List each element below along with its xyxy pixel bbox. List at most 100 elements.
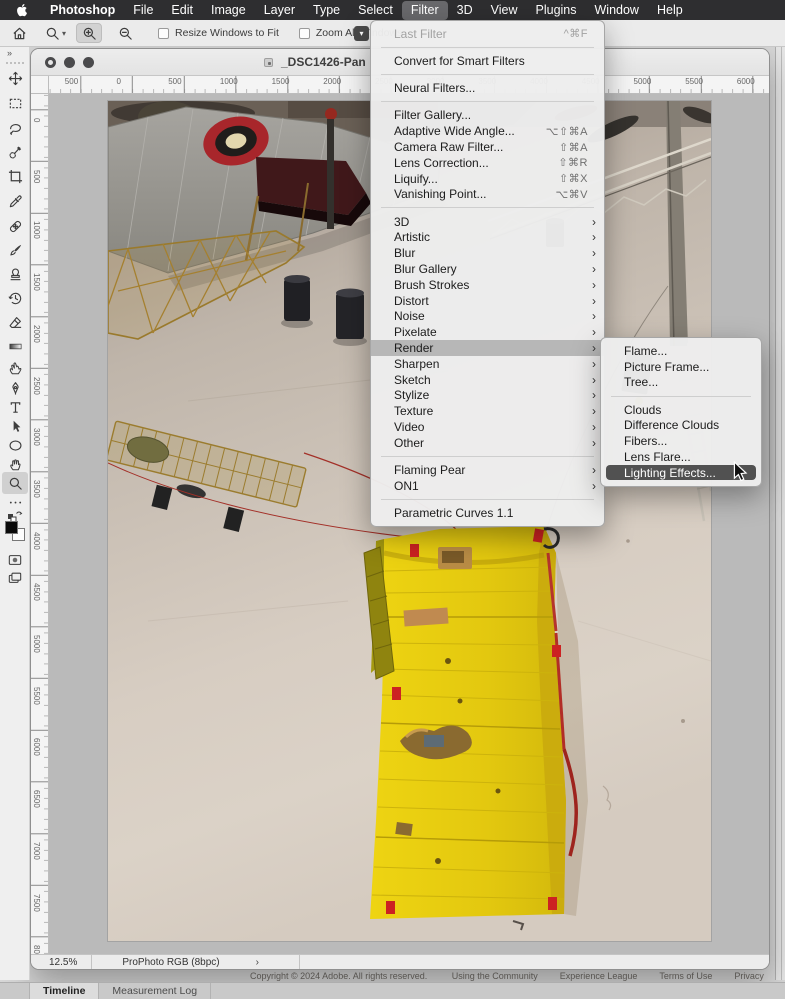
menubar-item[interactable]: File <box>124 1 162 20</box>
brush-tool[interactable] <box>2 239 28 261</box>
filter-menu-item[interactable]: Pixelate › <box>371 324 604 340</box>
footer-link[interactable]: Privacy <box>734 971 764 981</box>
filter-menu-item[interactable]: Stylize › <box>371 387 604 403</box>
apple-menu[interactable] <box>4 3 41 17</box>
foreground-color-swatch[interactable] <box>5 521 18 534</box>
filter-menu-item[interactable]: Liquify... ⇧⌘X <box>371 171 604 187</box>
object-selection-tool[interactable] <box>2 141 28 163</box>
smudge-tool[interactable] <box>2 357 28 379</box>
tabs-spacer <box>0 983 30 999</box>
menubar-item[interactable]: Help <box>648 1 692 20</box>
pen-icon <box>11 381 19 395</box>
menu-separator <box>381 74 594 76</box>
move-tool[interactable] <box>2 67 28 89</box>
menubar-item[interactable]: Window <box>586 1 648 20</box>
clone-stamp-tool[interactable] <box>2 263 28 285</box>
screen-mode-button[interactable] <box>2 567 28 589</box>
menubar-item[interactable]: Filter <box>401 0 448 20</box>
lasso-tool[interactable] <box>2 117 28 139</box>
menubar-item[interactable]: Layer <box>255 1 304 20</box>
filter-menu-item[interactable]: Texture › <box>371 403 604 419</box>
filter-menu-item[interactable]: Noise › <box>371 308 604 324</box>
submenu-chevron-icon: › <box>592 356 596 371</box>
footer-link[interactable]: Terms of Use <box>659 971 712 981</box>
filter-menu-item[interactable]: 3D › <box>371 214 604 230</box>
filter-menu-item[interactable]: Brush Strokes › <box>371 277 604 293</box>
zoom-level-field[interactable]: 12.5% <box>31 957 91 968</box>
zoom-in-button[interactable] <box>76 23 103 43</box>
render-submenu-item[interactable]: Difference Clouds <box>601 418 761 434</box>
menubar-item[interactable]: Edit <box>162 1 202 20</box>
vertical-ruler[interactable]: 0 500 1000 1500 2000 2500 3000 3500 4000 4500 5000… <box>31 94 49 956</box>
color-profile-label[interactable]: ProPhoto RGB (8bpc) <box>92 957 229 968</box>
filter-menu-item[interactable]: Neural Filters... <box>371 80 604 96</box>
filter-menu-item[interactable]: Blur › <box>371 245 604 261</box>
submenu-chevron-icon: › <box>592 230 596 245</box>
filter-menu-item[interactable]: ON1 › <box>371 478 604 494</box>
filter-menu-item[interactable]: Parametric Curves 1.1 <box>371 505 604 521</box>
zoom-window-button[interactable] <box>83 57 94 68</box>
filter-menu-item[interactable]: Blur Gallery › <box>371 261 604 277</box>
render-submenu-item[interactable]: Picture Frame... <box>601 359 761 375</box>
menubar-item[interactable]: Type <box>304 1 349 20</box>
filter-menu-item[interactable]: Flaming Pear › <box>371 462 604 478</box>
tool-preset-picker[interactable]: ▾ <box>45 26 66 41</box>
filter-menu-item[interactable]: Camera Raw Filter... ⇧⌘A <box>371 139 604 155</box>
filter-menu-item[interactable]: Artistic › <box>371 229 604 245</box>
close-window-button[interactable] <box>45 57 56 68</box>
filter-menu-item[interactable]: Other › <box>371 435 604 451</box>
menu-separator <box>381 455 594 457</box>
filter-menu-item[interactable]: Last Filter ^⌘F <box>371 26 604 42</box>
panel-tab[interactable]: Timeline <box>30 983 100 999</box>
status-options-chevron[interactable]: › <box>230 957 299 968</box>
render-submenu-item[interactable]: Clouds <box>601 402 761 418</box>
eraser-tool[interactable] <box>2 311 28 333</box>
marquee-tool[interactable] <box>2 92 28 114</box>
filter-menu-item[interactable]: Distort › <box>371 293 604 309</box>
page-scrollbar[interactable] <box>775 47 785 980</box>
ruler-label: 5000 <box>32 635 41 653</box>
tools-panel: » <box>0 47 30 980</box>
filter-menu-item[interactable]: Filter Gallery... <box>371 108 604 124</box>
filter-menu-item[interactable]: Video › <box>371 419 604 435</box>
panel-tab[interactable]: Measurement Log <box>99 983 212 999</box>
render-submenu-item[interactable]: Flame... <box>601 343 761 359</box>
filter-menu-item[interactable]: Sharpen › <box>371 356 604 372</box>
menubar-item[interactable]: 3D <box>448 1 482 20</box>
apple-icon <box>17 4 28 17</box>
render-submenu-item[interactable]: Tree... <box>601 375 761 391</box>
ruler-label: 6000 <box>736 77 755 86</box>
ruler-label: 2000 <box>32 324 41 343</box>
zoom-out-button[interactable] <box>112 23 138 43</box>
mouse-cursor <box>733 460 748 487</box>
render-submenu-item[interactable]: Fibers... <box>601 433 761 449</box>
history-brush-tool[interactable] <box>2 287 28 309</box>
gradient-icon <box>9 343 21 349</box>
color-swatches[interactable] <box>5 521 27 545</box>
eyedropper-tool[interactable] <box>2 190 28 212</box>
ruler-label: 5500 <box>685 77 703 86</box>
filter-menu-item[interactable]: Lens Correction... ⇧⌘R <box>371 155 604 171</box>
footer-link[interactable]: Experience League <box>560 971 638 981</box>
filter-menu-item[interactable]: Adaptive Wide Angle... ⌥⇧⌘A <box>371 123 604 139</box>
menubar-item[interactable]: View <box>482 1 527 20</box>
filter-menu-item[interactable]: Render › <box>371 340 604 356</box>
panel-grip[interactable] <box>6 62 24 64</box>
home-button[interactable] <box>12 26 27 41</box>
filter-menu-item[interactable]: Vanishing Point... ⌥⌘V <box>371 187 604 203</box>
options-dropdown-button[interactable]: ▾ <box>354 26 369 41</box>
filter-menu-item[interactable]: Convert for Smart Filters <box>371 53 604 69</box>
crop-tool[interactable] <box>2 165 28 187</box>
resize-windows-checkbox[interactable]: Resize Windows to Fit <box>158 27 279 39</box>
submenu-chevron-icon: › <box>592 246 596 261</box>
menubar-item[interactable]: Photoshop <box>41 1 124 20</box>
menubar-item[interactable]: Plugins <box>527 1 586 20</box>
filter-menu-item[interactable]: Sketch › <box>371 372 604 388</box>
menubar-item[interactable]: Select <box>349 1 402 20</box>
minimize-window-button[interactable] <box>64 57 75 68</box>
menubar-item[interactable]: Image <box>202 1 255 20</box>
gradient-tool[interactable] <box>2 335 28 357</box>
healing-brush-tool[interactable] <box>2 215 28 237</box>
collapse-panel-button[interactable]: » <box>7 48 12 58</box>
footer-link[interactable]: Using the Community <box>452 971 538 981</box>
